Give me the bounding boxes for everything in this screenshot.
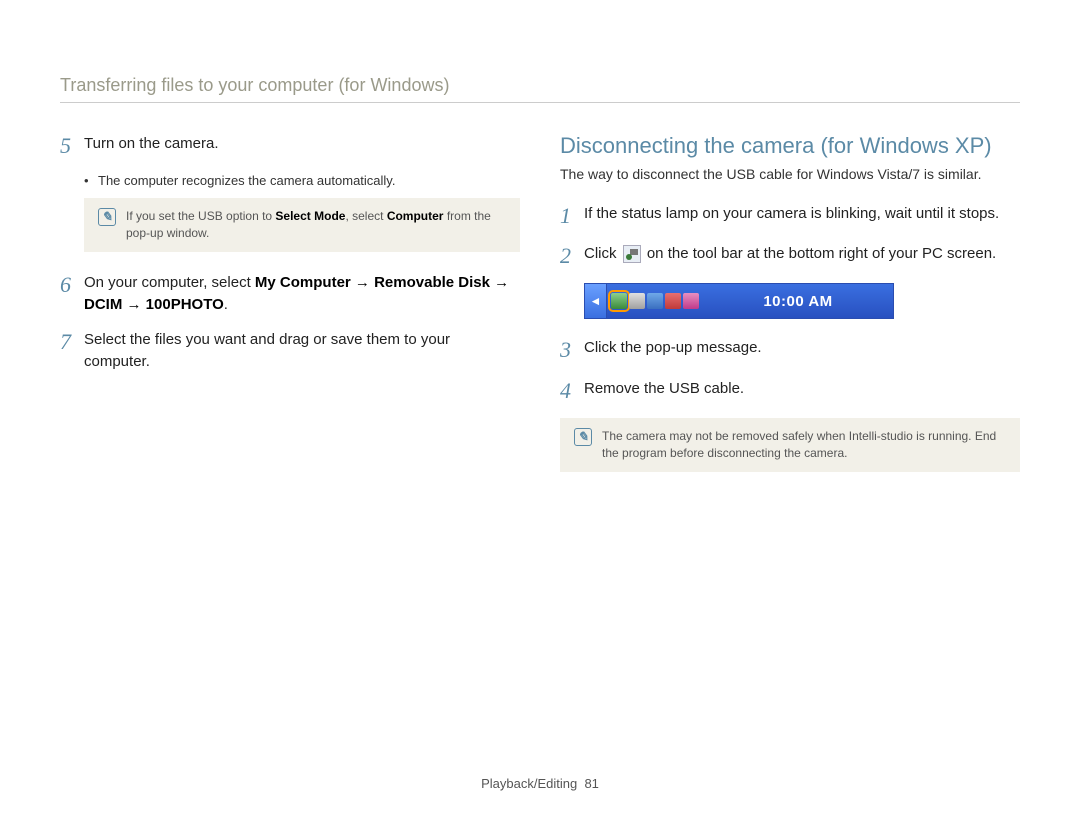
step-number: 4	[560, 378, 584, 404]
step-number: 7	[60, 329, 84, 355]
content-columns: 5 Turn on the camera. The computer recog…	[60, 133, 1020, 492]
note-box-usb-option: ✎ If you set the USB option to Select Mo…	[84, 198, 520, 252]
safely-remove-hardware-icon	[623, 245, 641, 263]
step-text: Turn on the camera.	[84, 133, 520, 155]
step-1: 1 If the status lamp on your camera is b…	[560, 203, 1020, 229]
note-text-part: If you set the USB option to	[126, 209, 275, 223]
page-header: Transferring files to your computer (for…	[60, 75, 1020, 103]
tray-volume-icon	[665, 293, 681, 309]
note-icon: ✎	[98, 208, 116, 226]
left-column: 5 Turn on the camera. The computer recog…	[60, 133, 520, 492]
step-5-bullets: The computer recognizes the camera autom…	[84, 173, 520, 188]
section-heading: Disconnecting the camera (for Windows XP…	[560, 133, 1020, 159]
step-text: Click the pop-up message.	[584, 337, 1020, 359]
page-footer: Playback/Editing 81	[0, 776, 1080, 791]
footer-section: Playback/Editing	[481, 776, 577, 791]
step-text: Remove the USB cable.	[584, 378, 1020, 400]
note-box-intelli-studio: ✎ The camera may not be removed safely w…	[560, 418, 1020, 472]
footer-page-number: 81	[584, 776, 598, 791]
tray-icon	[647, 293, 663, 309]
step-text-part: on the tool bar at the bottom right of y…	[643, 245, 997, 262]
tray-icon	[629, 293, 645, 309]
step-4: 4 Remove the USB cable.	[560, 378, 1020, 404]
bullet-item: The computer recognizes the camera autom…	[84, 173, 520, 188]
step-text-part: On your computer, select	[84, 274, 255, 291]
note-bold: Select Mode	[275, 209, 345, 223]
note-text-part: , select	[345, 209, 386, 223]
step-number: 5	[60, 133, 84, 159]
step-text: On your computer, select My Computer → R…	[84, 272, 520, 316]
step-text-part: .	[224, 296, 228, 313]
step-3: 3 Click the pop-up message.	[560, 337, 1020, 363]
note-text: If you set the USB option to Select Mode…	[126, 208, 506, 242]
windows-xp-taskbar-screenshot: ◄ 10:00 AM	[584, 283, 894, 319]
section-subtext: The way to disconnect the USB cable for …	[560, 165, 1020, 185]
step-6: 6 On your computer, select My Computer →…	[60, 272, 520, 316]
step-text-part: Click	[584, 245, 621, 262]
step-text: Click on the tool bar at the bottom righ…	[584, 243, 1020, 265]
tray-icon	[683, 293, 699, 309]
taskbar-expand-chevron-icon: ◄	[585, 284, 607, 318]
step-number: 1	[560, 203, 584, 229]
note-icon: ✎	[574, 428, 592, 446]
step-2: 2 Click on the tool bar at the bottom ri…	[560, 243, 1020, 269]
note-text: The camera may not be removed safely whe…	[602, 428, 1006, 462]
step-number: 3	[560, 337, 584, 363]
safely-remove-hardware-tray-icon	[611, 293, 627, 309]
step-number: 2	[560, 243, 584, 269]
step-number: 6	[60, 272, 84, 298]
step-5: 5 Turn on the camera.	[60, 133, 520, 159]
step-text: Select the files you want and drag or sa…	[84, 329, 520, 373]
step-text: If the status lamp on your camera is bli…	[584, 203, 1020, 225]
note-bold: Computer	[387, 209, 444, 223]
right-column: Disconnecting the camera (for Windows XP…	[560, 133, 1020, 492]
taskbar-clock: 10:00 AM	[703, 284, 893, 318]
step-7: 7 Select the files you want and drag or …	[60, 329, 520, 373]
taskbar-tray-icons	[607, 284, 703, 318]
